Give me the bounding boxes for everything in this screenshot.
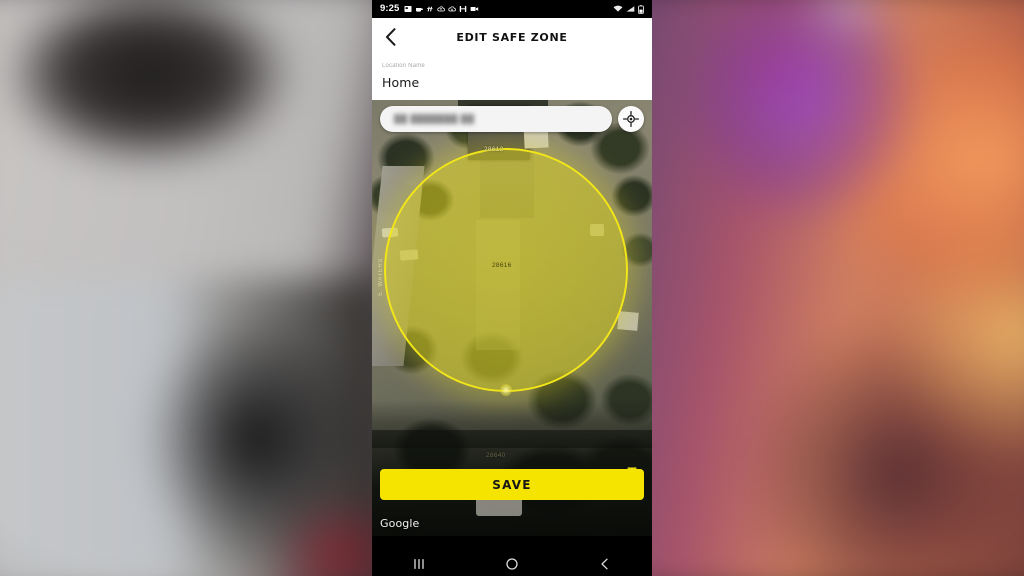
cloud-upload-icon <box>437 5 446 13</box>
search-input-value: ██ ███████ ██ <box>394 114 475 124</box>
crosshair-icon <box>623 111 639 127</box>
signal-icon <box>626 5 635 13</box>
map-label-street: E. WATERS <box>378 258 384 296</box>
safe-zone-circle[interactable] <box>384 148 628 392</box>
map-label-parcel-lower: 28640 <box>486 452 506 459</box>
screenshot-icon <box>404 5 412 13</box>
my-location-button[interactable] <box>618 106 644 132</box>
music-icon <box>426 5 434 13</box>
status-left-icons <box>404 5 479 13</box>
map-feature-shed <box>617 311 639 331</box>
battery-icon <box>638 4 644 14</box>
nav-back-button[interactable] <box>585 552 625 576</box>
video-camera-icon <box>470 5 479 13</box>
map-label-parcel-center: 28616 <box>492 262 512 269</box>
app-bar: EDIT SAFE ZONE <box>372 18 652 56</box>
map-label-parcel-upper: 28612 <box>484 146 504 153</box>
map-view[interactable]: 28612 28616 28640 E. WATERS ██ ███████ █… <box>372 100 652 536</box>
status-clock: 9:25 <box>380 3 400 15</box>
android-nav-bar <box>372 552 652 576</box>
google-attribution: Google <box>380 517 420 530</box>
search-input[interactable]: ██ ███████ ██ <box>380 106 612 132</box>
location-name-field[interactable]: Location Name Home <box>372 56 652 100</box>
status-right-icons <box>613 4 644 14</box>
cloud-icon <box>448 5 457 13</box>
location-name-label: Location Name <box>382 63 425 69</box>
screen-capture: 9:25 EDIT SAFE ZONE Location Name Home 2… <box>0 0 1024 576</box>
back-button[interactable] <box>381 26 401 48</box>
status-bar: 9:25 <box>372 0 652 18</box>
recents-button[interactable] <box>399 552 439 576</box>
page-title: EDIT SAFE ZONE <box>456 30 568 44</box>
safe-zone-radius-handle[interactable] <box>500 384 512 396</box>
coffee-icon <box>415 5 424 13</box>
phone-screen: 9:25 EDIT SAFE ZONE Location Name Home 2… <box>372 0 652 576</box>
wifi-icon <box>613 5 623 13</box>
save-button-container: SAVE <box>372 469 652 500</box>
save-button[interactable]: SAVE <box>380 469 644 500</box>
location-name-value[interactable]: Home <box>382 75 642 90</box>
save-disk-icon <box>459 5 467 13</box>
search-row: ██ ███████ ██ <box>372 106 652 132</box>
home-button[interactable] <box>492 552 532 576</box>
